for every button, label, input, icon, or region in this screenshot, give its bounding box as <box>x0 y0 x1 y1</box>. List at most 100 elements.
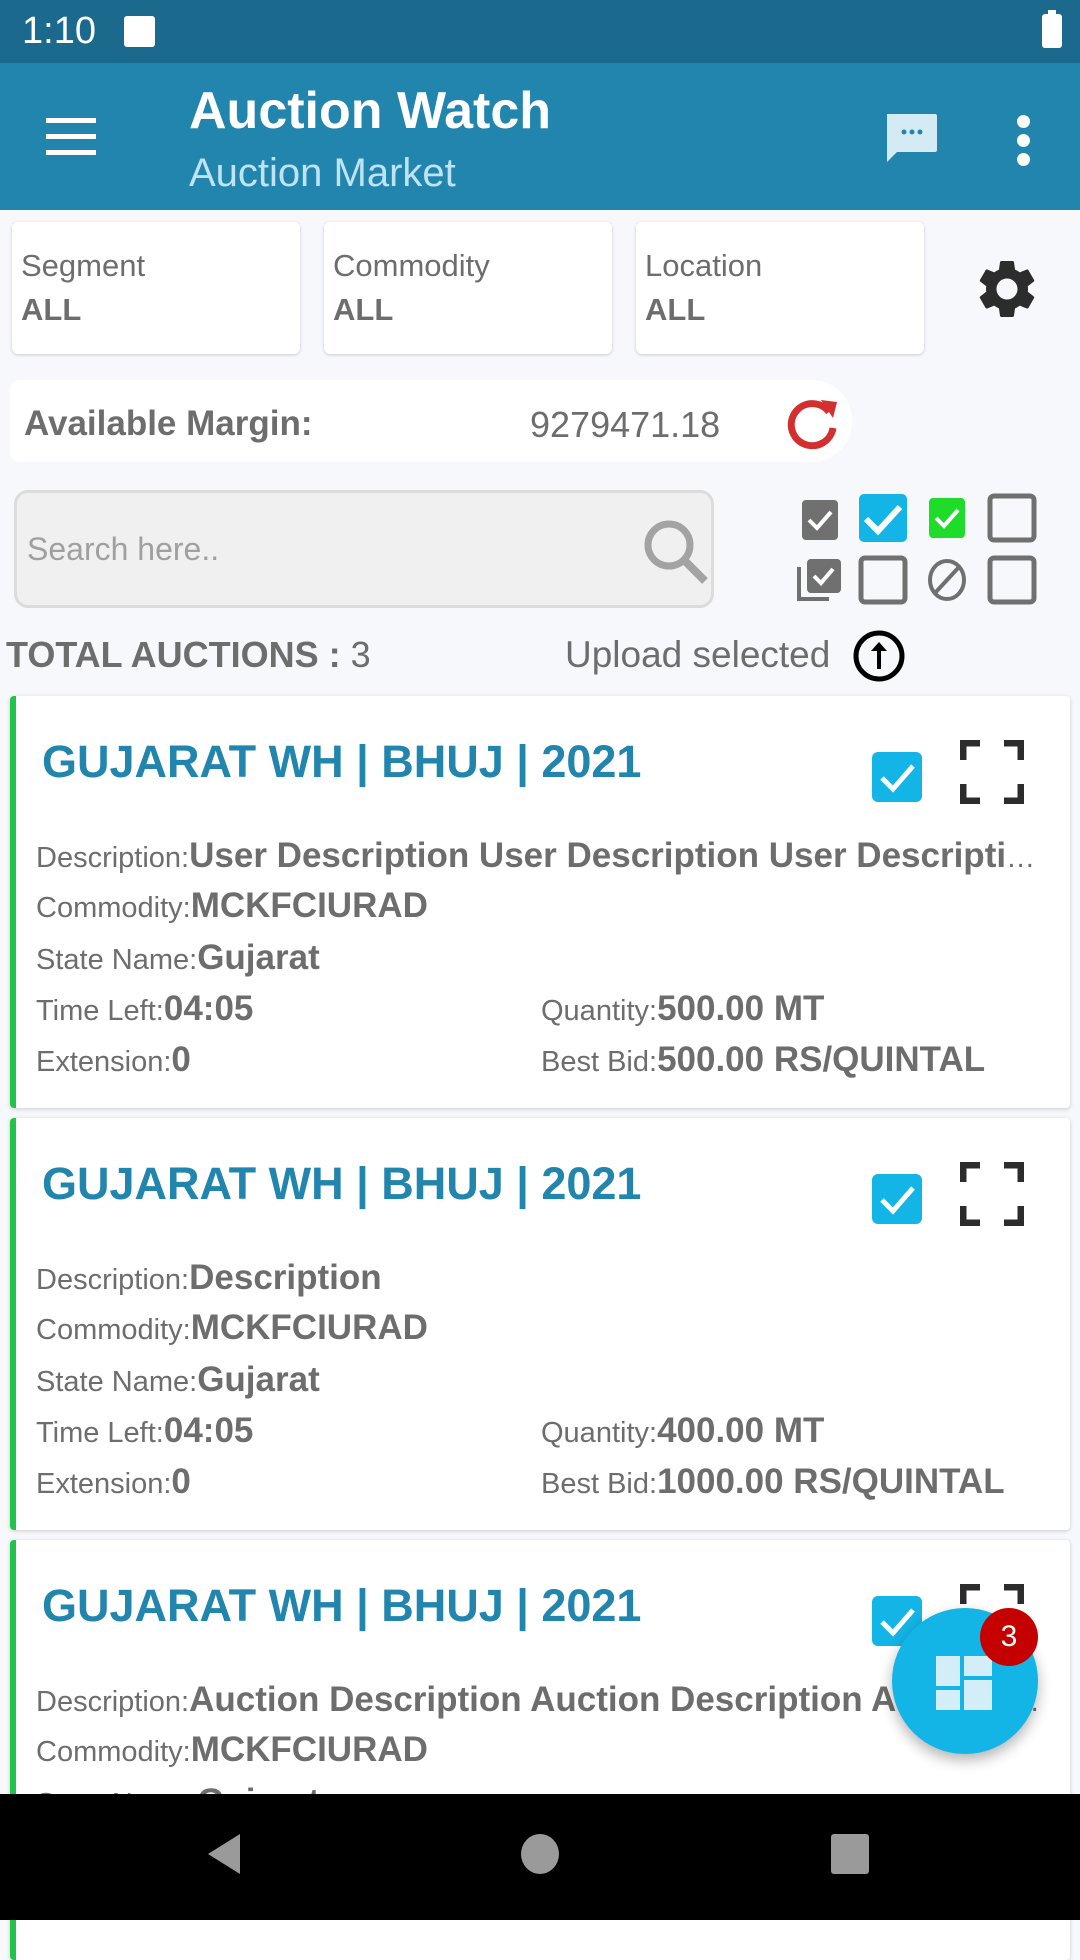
fullscreen-icon <box>959 1161 1025 1227</box>
auction-extension: Extension:0 <box>36 1462 191 1502</box>
system-nav-bar <box>0 1794 1080 1920</box>
location-label: Location <box>645 248 763 283</box>
filter-selected[interactable] <box>858 493 908 543</box>
checkbox-checked-blue-icon <box>859 494 907 542</box>
upload-selected-link[interactable]: Upload selected <box>565 634 830 676</box>
filter-unchecked-1[interactable] <box>987 493 1037 543</box>
commodity-filter[interactable]: Commodity ALL <box>324 222 612 354</box>
overflow-menu-button[interactable] <box>1010 115 1036 166</box>
auction-title: GUJARAT WH | BHUJ | 2021 <box>42 736 642 787</box>
auction-extension: Extension:0 <box>36 1040 191 1080</box>
filter-multi-select[interactable] <box>795 555 845 605</box>
state-value: Gujarat <box>197 938 320 977</box>
auction-commodity: Commodity:MCKFCIURAD <box>36 886 428 926</box>
auction-select-checkbox[interactable] <box>872 752 922 802</box>
quantity-label: Quantity: <box>541 995 658 1027</box>
checkbox-checked-gray-icon <box>802 500 838 540</box>
upload-arrow-icon <box>853 630 905 682</box>
notification-badge: 3 <box>980 1608 1038 1666</box>
time-left-value: 04:05 <box>163 989 254 1028</box>
auction-select-checkbox[interactable] <box>872 1174 922 1224</box>
search-input[interactable] <box>27 519 627 579</box>
total-auctions-label: TOTAL AUCTIONS : <box>6 634 341 675</box>
checkbox-empty-icon <box>858 555 908 605</box>
best-bid-label: Best Bid: <box>541 1046 658 1078</box>
check-icon <box>880 1186 915 1215</box>
back-icon <box>208 1834 240 1874</box>
commodity-value: MCKFCIURAD <box>190 1308 428 1347</box>
expand-button[interactable] <box>959 739 1025 805</box>
commodity-value: MCKFCIURAD <box>190 886 428 925</box>
checkbox-empty-icon <box>987 555 1037 605</box>
total-auctions: TOTAL AUCTIONS : 3 <box>6 634 371 676</box>
auction-best-bid: Best Bid:500.00 RS/QUINTAL <box>541 1040 985 1080</box>
extension-value: 0 <box>171 1462 191 1501</box>
segment-label: Segment <box>21 248 146 283</box>
state-label: State Name: <box>36 944 198 976</box>
quantity-value: 400.00 MT <box>657 1411 825 1450</box>
time-left-label: Time Left: <box>36 995 164 1027</box>
gear-icon <box>979 260 1035 317</box>
search-box <box>14 490 714 608</box>
settings-button[interactable] <box>972 254 1042 324</box>
app-subtitle: Auction Market <box>189 151 456 195</box>
filter-won[interactable] <box>922 493 972 543</box>
home-icon <box>521 1834 559 1874</box>
auction-time-left: Time Left:04:05 <box>36 989 253 1029</box>
location-filter[interactable]: Location ALL <box>636 222 924 354</box>
auction-state: State Name:Gujarat <box>36 1360 320 1400</box>
commodity-label: Commodity <box>333 248 490 283</box>
description-value: Description <box>189 1258 382 1297</box>
auction-description: Description:Description <box>36 1258 382 1298</box>
best-bid-value: 500.00 RS/QUINTAL <box>657 1040 986 1079</box>
chat-button[interactable] <box>883 110 939 166</box>
home-button[interactable] <box>520 1832 560 1881</box>
search-icon <box>644 520 708 584</box>
filter-unchecked-2[interactable] <box>858 555 908 605</box>
commodity-label: Commodity: <box>36 1314 191 1346</box>
more-vert-icon <box>1017 115 1030 128</box>
auction-card[interactable]: GUJARAT WH | BHUJ | 2021 Description:Des… <box>10 1118 1070 1530</box>
auction-description: Description:User Description User Descri… <box>36 836 1046 876</box>
quantity-label: Quantity: <box>541 1417 658 1449</box>
hamburger-icon <box>46 118 96 123</box>
fullscreen-icon <box>959 739 1025 805</box>
auction-card[interactable]: GUJARAT WH | BHUJ | 2021 Description:Use… <box>10 696 1070 1108</box>
chat-icon <box>887 114 937 162</box>
back-button[interactable] <box>204 1832 244 1881</box>
app-title: Auction Watch <box>189 82 552 140</box>
expand-button[interactable] <box>959 1161 1025 1227</box>
filter-blocked[interactable] <box>922 555 972 605</box>
checkbox-empty-icon <box>987 493 1037 543</box>
best-bid-label: Best Bid: <box>541 1468 658 1500</box>
checkbox-multiple-icon <box>797 559 841 601</box>
menu-button[interactable] <box>46 118 98 156</box>
filter-all-selected[interactable] <box>795 493 845 543</box>
auction-state: State Name:Gujarat <box>36 938 320 978</box>
recents-button[interactable] <box>830 1832 870 1881</box>
commodity-value: ALL <box>333 292 394 327</box>
segment-filter[interactable]: Segment ALL <box>12 222 300 354</box>
hamburger-line <box>46 134 96 139</box>
best-bid-value: 1000.00 RS/QUINTAL <box>657 1462 1005 1501</box>
dashboard-fab[interactable]: 3 <box>892 1608 1038 1754</box>
auction-quantity: Quantity:400.00 MT <box>541 1411 824 1451</box>
filter-unchecked-3[interactable] <box>987 555 1037 605</box>
refresh-icon <box>787 400 837 450</box>
dot <box>1017 134 1030 147</box>
description-value: User Description User Description User D… <box>189 836 1046 875</box>
auction-commodity: Commodity:MCKFCIURAD <box>36 1730 428 1770</box>
upload-button[interactable] <box>852 629 906 683</box>
state-label: State Name: <box>36 1366 198 1398</box>
extension-label: Extension: <box>36 1468 172 1500</box>
status-bar: 1:10 <box>0 0 1080 63</box>
refresh-button[interactable] <box>783 394 843 454</box>
extension-value: 0 <box>171 1040 191 1079</box>
state-value: Gujarat <box>197 1360 320 1399</box>
commodity-label: Commodity: <box>36 1736 191 1768</box>
time-left-value: 04:05 <box>163 1411 254 1450</box>
check-icon <box>880 764 915 793</box>
search-button[interactable] <box>637 513 713 589</box>
total-auctions-count: 3 <box>350 634 371 675</box>
description-label: Description: <box>36 1264 190 1296</box>
